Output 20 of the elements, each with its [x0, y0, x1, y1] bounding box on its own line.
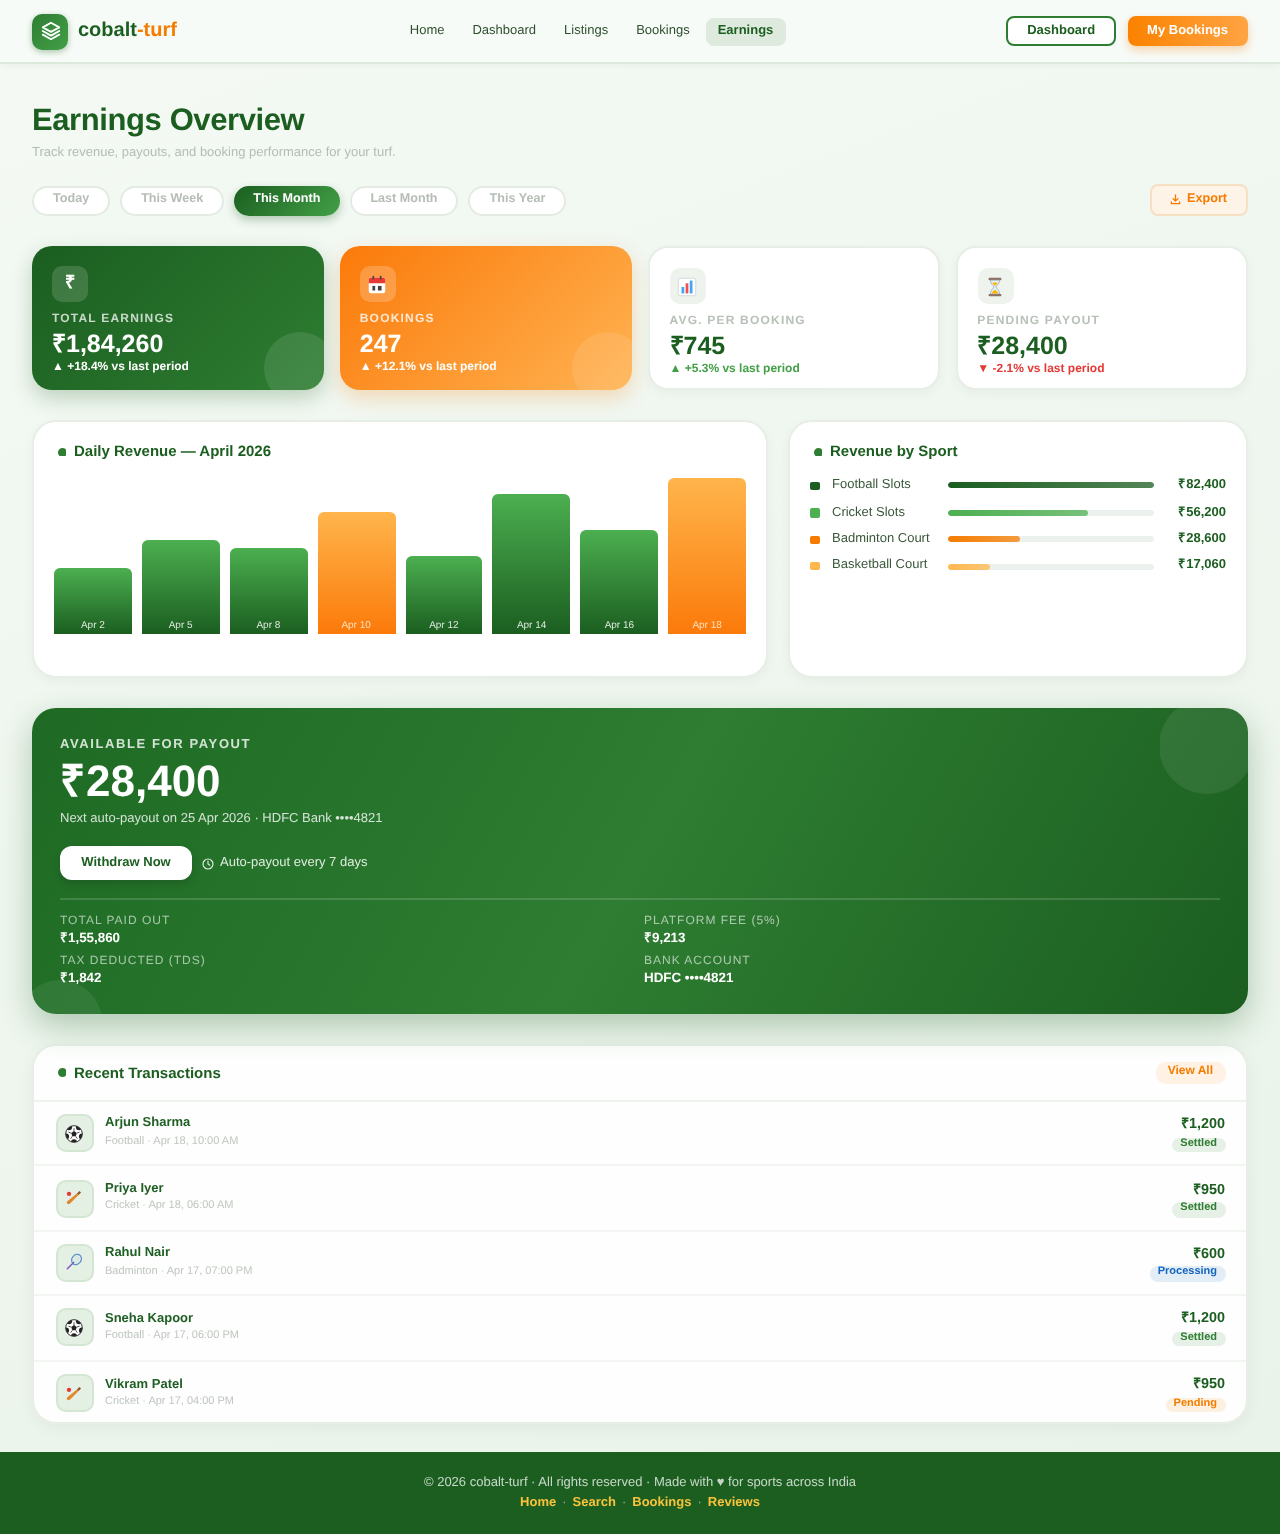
bullet-dot-icon: [57, 1068, 66, 1078]
stat-value: ₹1,84,260: [52, 330, 166, 358]
clock-icon: [202, 857, 214, 869]
badminton-racket-icon: [55, 1243, 93, 1282]
bar-chart-icon: [669, 268, 706, 304]
calendar-icon: [359, 266, 396, 302]
hourglass-icon: [977, 268, 1014, 304]
bullet-dot-icon: [813, 447, 822, 457]
download-icon: [1170, 194, 1182, 206]
rupee-icon: ₹: [52, 266, 88, 302]
brand-name: cobalt-turf: [78, 21, 177, 41]
cricket-bat-icon: [55, 1179, 93, 1218]
bullet-dot-icon: [57, 447, 66, 457]
stat-value: ₹28,400: [977, 332, 1070, 360]
logo-icon: [32, 13, 68, 49]
stat-value: ₹745: [669, 332, 728, 360]
page-title: Earnings Overview: [32, 102, 307, 142]
stat-value: 247: [359, 330, 404, 358]
cricket-bat-icon: [55, 1374, 93, 1413]
payout-amount: ₹28,400: [60, 758, 223, 806]
